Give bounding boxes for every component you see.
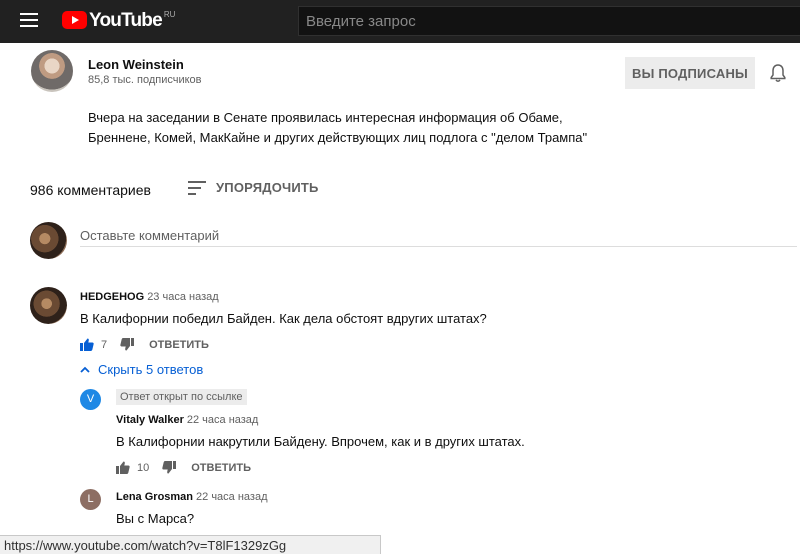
thumbs-down-icon[interactable]: [120, 338, 135, 351]
reply-header: Vitaly Walker 22 часа назад: [116, 414, 258, 426]
hide-replies-toggle[interactable]: Скрыть 5 ответов: [80, 362, 203, 377]
reply-author-avatar[interactable]: V: [80, 389, 101, 410]
subscriber-count: 85,8 тыс. подписчиков: [88, 74, 202, 86]
subscribed-button[interactable]: Вы подписаны: [625, 57, 755, 89]
reply-text: Вы с Марса?: [116, 511, 195, 526]
linked-reply-badge: Ответ открыт по ссылке: [116, 389, 247, 405]
reply-time[interactable]: 22 часа назад: [187, 414, 258, 426]
play-logo-icon: [62, 11, 87, 29]
hamburger-menu-icon[interactable]: [20, 13, 38, 27]
comment-count: 986 комментариев: [30, 182, 151, 198]
comment-text: В Калифорнии победил Байден. Как дела об…: [80, 311, 487, 326]
chevron-up-icon: [80, 366, 90, 373]
masthead: YouTube RU: [0, 0, 800, 43]
youtube-logo[interactable]: YouTube RU: [62, 10, 176, 31]
like-count: 7: [101, 338, 108, 351]
thumbs-up-icon[interactable]: [116, 461, 130, 474]
comment-author[interactable]: HEDGEHOG: [80, 291, 144, 303]
link-status-bar: https://www.youtube.com/watch?v=T8lF1329…: [0, 535, 381, 554]
channel-avatar[interactable]: [31, 50, 73, 92]
comment-time[interactable]: 23 часа назад: [147, 291, 218, 303]
search-input[interactable]: [298, 6, 800, 36]
channel-name[interactable]: Leon Weinstein: [88, 57, 184, 72]
reply-actions: 10 Ответить: [116, 461, 251, 474]
reply-author[interactable]: Vitaly Walker: [116, 414, 184, 426]
comment-header: HEDGEHOG 23 часа назад: [80, 291, 219, 303]
replies-toggle-label: Скрыть 5 ответов: [98, 362, 204, 377]
reply-header: Lena Grosman 22 часа назад: [116, 491, 268, 503]
thumbs-down-icon[interactable]: [162, 461, 177, 474]
like-count: 10: [137, 461, 150, 474]
reply-text: В Калифорнии накрутили Байдену. Впрочем,…: [116, 434, 525, 449]
reply-button[interactable]: Ответить: [191, 462, 251, 474]
reply-time[interactable]: 22 часа назад: [196, 491, 267, 503]
reply-author[interactable]: Lena Grosman: [116, 491, 193, 503]
sort-icon: [188, 180, 206, 195]
sort-label: Упорядочить: [216, 180, 319, 195]
reply-button[interactable]: Ответить: [149, 339, 209, 351]
add-comment-input[interactable]: [80, 225, 797, 247]
logo-region: RU: [163, 10, 176, 19]
comment-actions: 7 Ответить: [80, 338, 209, 351]
logo-text: YouTube: [89, 10, 163, 31]
thumbs-up-icon[interactable]: [80, 338, 94, 351]
comment-author-avatar[interactable]: [30, 287, 67, 324]
sort-comments-button[interactable]: Упорядочить: [188, 180, 319, 195]
notification-bell-icon[interactable]: [770, 64, 786, 83]
current-user-avatar: [30, 222, 67, 259]
video-description: Вчера на заседании в Сенате проявилась и…: [88, 110, 588, 145]
reply-author-avatar[interactable]: L: [80, 489, 101, 510]
